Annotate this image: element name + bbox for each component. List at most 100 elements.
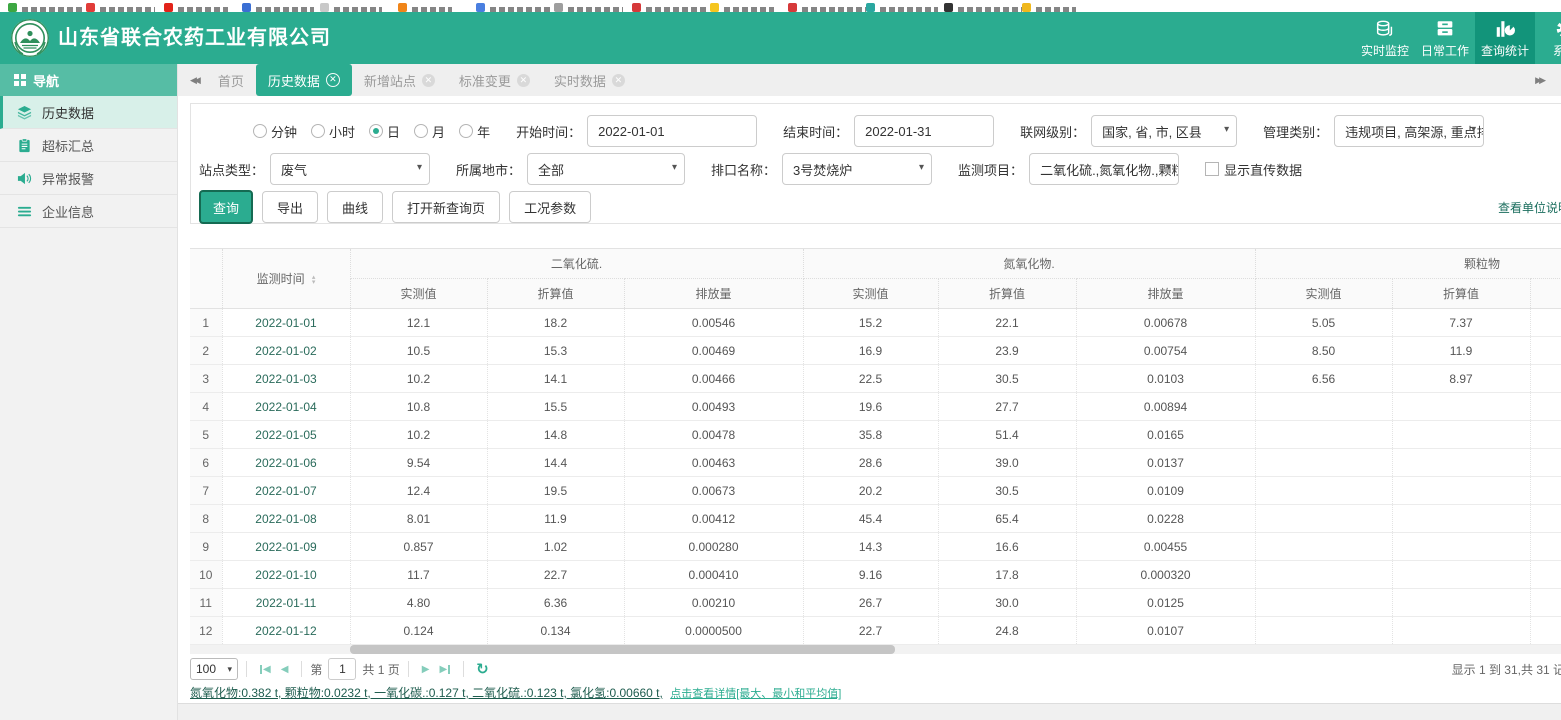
radio-day[interactable]: 日 — [369, 122, 400, 141]
close-icon[interactable]: ✕ — [326, 73, 340, 87]
tab-realtime-data[interactable]: 实时数据 ✕ — [542, 64, 637, 96]
condition-params-button[interactable]: 工况参数 — [509, 191, 591, 223]
table-row[interactable]: 12022-01-0112.118.20.0054615.222.10.0067… — [190, 309, 1561, 337]
table-row[interactable]: 72022-01-0712.419.50.0067320.230.50.0109 — [190, 477, 1561, 505]
table-row[interactable]: 112022-01-114.806.360.0021026.730.00.012… — [190, 589, 1561, 617]
tabs-scroll-right-icon[interactable]: ▶▶ — [1523, 75, 1551, 86]
station-type-select[interactable]: 废气 ▾ — [270, 153, 430, 185]
tabs-scroll-left-icon[interactable]: ◀◀ — [178, 75, 206, 86]
bookmark-item[interactable] — [632, 3, 710, 12]
end-time-input[interactable]: 2022-01-31 — [854, 115, 994, 147]
prev-page-button[interactable]: ◀ — [281, 664, 289, 675]
clipped-cell — [1530, 365, 1561, 393]
tab-history-data[interactable]: 历史数据 ✕ — [256, 64, 352, 96]
radio-hour[interactable]: 小时 — [311, 122, 355, 141]
curve-button[interactable]: 曲线 — [327, 191, 383, 223]
value-cell: 12.4 — [350, 477, 487, 505]
bookmark-item[interactable] — [164, 3, 242, 12]
table-row[interactable]: 102022-01-1011.722.70.0004109.1617.80.00… — [190, 561, 1561, 589]
clipped-cell — [1530, 561, 1561, 589]
pagination-bar: 100 ▾ ◀ ◀ 第 1 共 1 页 ▶ ▶ ↻ 显示 1 到 31,共 31… — [190, 656, 1561, 682]
value-cell: 0.00546 — [624, 309, 803, 337]
value-cell: 10.5 — [350, 337, 487, 365]
table-row[interactable]: 92022-01-090.8571.020.00028014.316.60.00… — [190, 533, 1561, 561]
bookmark-item[interactable] — [476, 3, 554, 12]
unit-note-link[interactable]: 查看单位说明 — [1498, 199, 1561, 216]
bookmark-item[interactable] — [866, 3, 944, 12]
page-number-input[interactable]: 1 — [328, 658, 356, 680]
scrollbar-thumb[interactable] — [350, 645, 895, 654]
bookmark-item[interactable] — [86, 3, 164, 12]
sidebar-item-company-info[interactable]: 企业信息 — [0, 195, 177, 228]
close-icon[interactable]: ✕ — [422, 74, 435, 87]
value-cell: 16.6 — [938, 533, 1076, 561]
time-column-header[interactable]: 监测时间 ▴▾ — [222, 249, 350, 309]
start-time-input[interactable]: 2022-01-01 — [587, 115, 757, 147]
bookmark-item[interactable] — [710, 3, 788, 12]
manage-type-select[interactable]: 违规项目, 高架源, 重点排 ▾ — [1334, 115, 1484, 147]
radio-year[interactable]: 年 — [459, 122, 490, 141]
bookmark-item[interactable] — [554, 3, 632, 12]
table-row[interactable]: 52022-01-0510.214.80.0047835.851.40.0165 — [190, 421, 1561, 449]
date-cell: 2022-01-09 — [222, 533, 350, 561]
table-row[interactable]: 62022-01-069.5414.40.0046328.639.00.0137 — [190, 449, 1561, 477]
row-index-cell: 11 — [190, 589, 222, 617]
table-row[interactable]: 82022-01-088.0111.90.0041245.465.40.0228 — [190, 505, 1561, 533]
monitor-items-select[interactable]: 二氧化硫.,氮氧化物.,颗粒 ▾ — [1029, 153, 1179, 185]
nav-daily-work[interactable]: 日常工作 — [1415, 12, 1475, 64]
nav-query-statistics[interactable]: 查询统计 — [1475, 12, 1535, 64]
value-cell: 17.8 — [938, 561, 1076, 589]
close-icon[interactable]: ✕ — [517, 74, 530, 87]
value-cell: 14.4 — [487, 449, 624, 477]
next-page-button[interactable]: ▶ — [422, 664, 430, 675]
bookmark-favicon-icon — [320, 3, 329, 12]
export-button[interactable]: 导出 — [262, 191, 318, 223]
sidebar-item-history-data[interactable]: 历史数据 — [0, 96, 177, 129]
bookmark-item[interactable] — [398, 3, 476, 12]
bookmarks-bar — [0, 0, 1561, 12]
table-row[interactable]: 22022-01-0210.515.30.0046916.923.90.0075… — [190, 337, 1561, 365]
outlet-name-select[interactable]: 3号焚烧炉 ▾ — [782, 153, 932, 185]
table-row[interactable]: 32022-01-0310.214.10.0046622.530.50.0103… — [190, 365, 1561, 393]
clipped-cell — [1530, 449, 1561, 477]
detail-link[interactable]: 点击查看详情[最大、最小和平均值] — [670, 688, 841, 700]
bookmark-item[interactable] — [944, 3, 1022, 12]
show-direct-data-checkbox[interactable]: 显示直传数据 — [1205, 160, 1302, 179]
sidebar-item-exceed-summary[interactable]: 超标汇总 — [0, 129, 177, 162]
bookmark-item[interactable] — [8, 3, 86, 12]
city-select[interactable]: 全部 ▾ — [527, 153, 685, 185]
page-size-select[interactable]: 100 ▾ — [190, 658, 238, 680]
value-cell — [1255, 617, 1392, 645]
tab-home[interactable]: 首页 — [206, 64, 256, 96]
value-cell: 10.8 — [350, 393, 487, 421]
nav-realtime-monitor[interactable]: 实时监控 — [1355, 12, 1415, 64]
query-button[interactable]: 查询 — [199, 190, 253, 224]
network-level-select[interactable]: 国家, 省, 市, 区县 ▾ — [1091, 115, 1237, 147]
refresh-icon[interactable]: ↻ — [476, 660, 489, 678]
table-row[interactable]: 122022-01-120.1240.1340.000050022.724.80… — [190, 617, 1561, 645]
first-page-button[interactable]: ◀ — [260, 664, 271, 675]
value-cell: 18.2 — [487, 309, 624, 337]
outlet-name-label: 排口名称： — [711, 160, 776, 179]
bookmark-item[interactable] — [1022, 3, 1100, 12]
value-cell: 12.1 — [350, 309, 487, 337]
sub-header: 折算值 — [487, 279, 624, 309]
last-page-button[interactable]: ▶ — [439, 664, 450, 675]
open-new-query-button[interactable]: 打开新查询页 — [392, 191, 500, 223]
table-row[interactable]: 42022-01-0410.815.50.0049319.627.70.0089… — [190, 393, 1561, 421]
tab-new-station[interactable]: 新增站点 ✕ — [352, 64, 447, 96]
bookmark-favicon-icon — [1022, 3, 1031, 12]
value-cell: 0.00478 — [624, 421, 803, 449]
summary-bar: 氮氧化物:0.382 t, 颗粒物:0.0232 t, 一氧化碳.:0.127 … — [190, 684, 841, 701]
value-cell — [1255, 505, 1392, 533]
bookmark-favicon-icon — [398, 3, 407, 12]
radio-minute[interactable]: 分钟 — [253, 122, 297, 141]
bookmark-item[interactable] — [320, 3, 398, 12]
close-icon[interactable]: ✕ — [612, 74, 625, 87]
radio-month[interactable]: 月 — [414, 122, 445, 141]
bookmark-item[interactable] — [242, 3, 320, 12]
bookmark-item[interactable] — [788, 3, 866, 12]
tab-standard-change[interactable]: 标准变更 ✕ — [447, 64, 542, 96]
nav-system[interactable]: 系统 — [1535, 12, 1561, 64]
sidebar-item-abnormal-alarm[interactable]: 异常报警 — [0, 162, 177, 195]
